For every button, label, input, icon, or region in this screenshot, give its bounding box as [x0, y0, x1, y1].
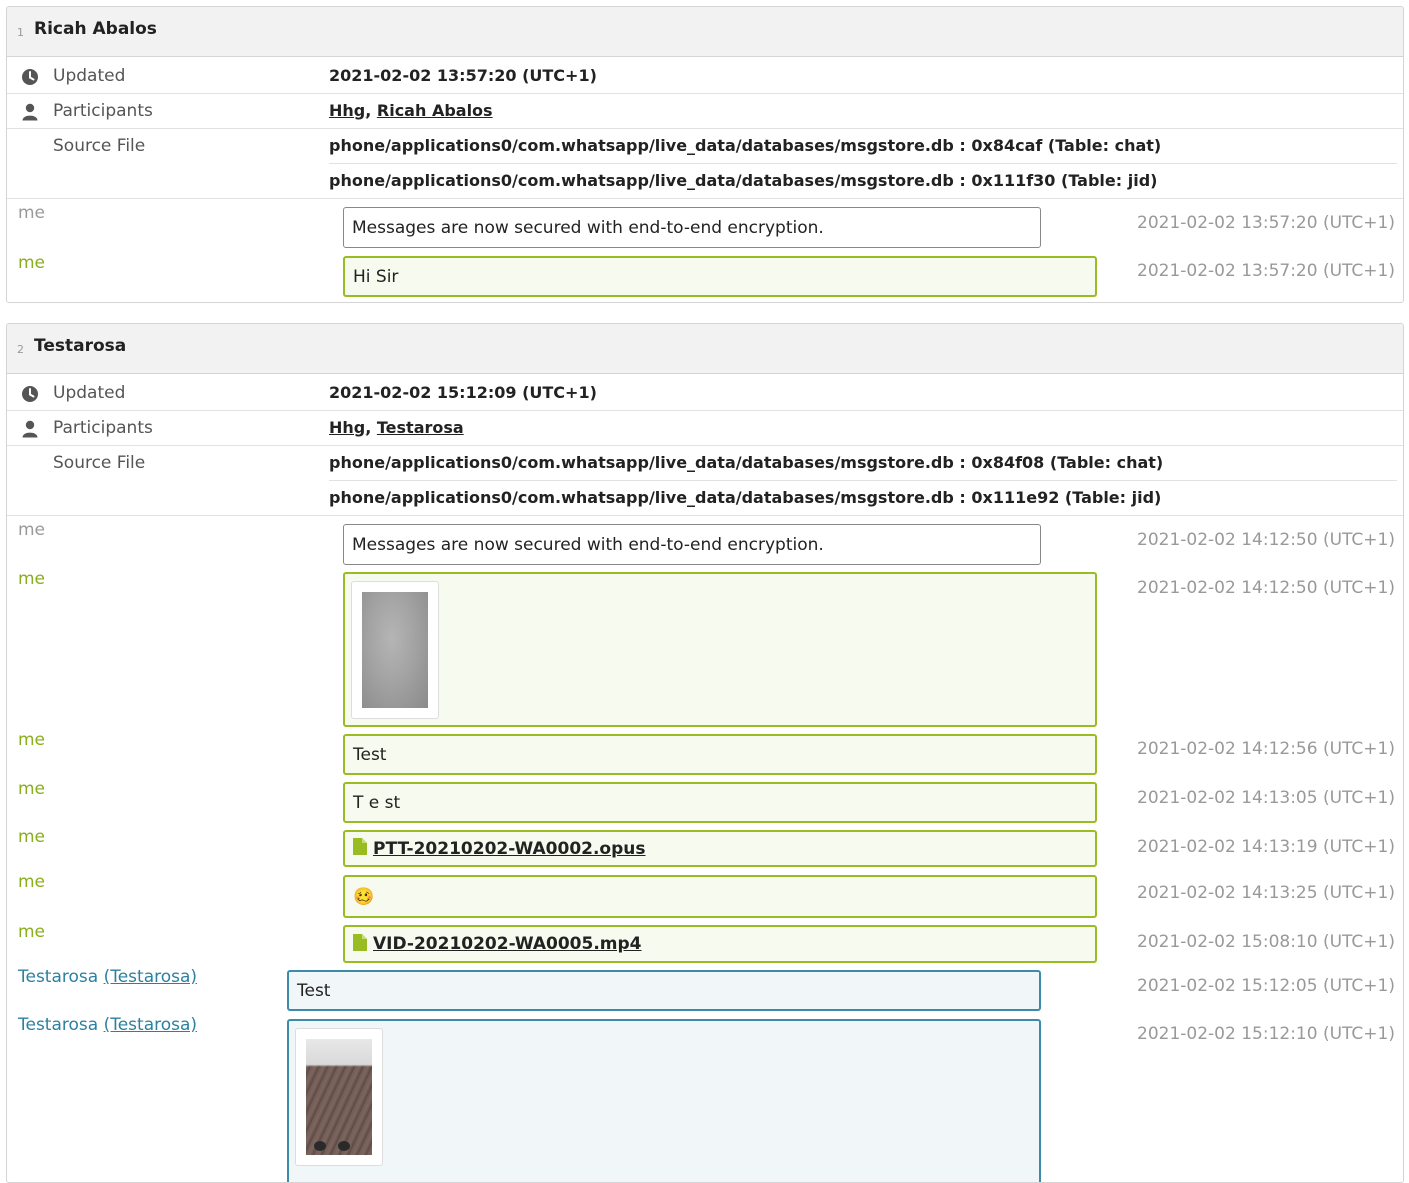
sender-link[interactable]: (Testarosa): [104, 967, 197, 987]
divider: [329, 163, 1397, 164]
updated-row: Updated 2021-02-02 15:12:09 (UTC+1): [7, 376, 1403, 411]
person-icon: [22, 420, 38, 438]
participants-row: Participants Hhg, Ricah Abalos: [7, 94, 1403, 129]
file-message-bubble: VID-20210202-WA0005.mp4: [343, 925, 1097, 963]
system-message-bubble: Messages are now secured with end-to-end…: [343, 524, 1041, 565]
clock-icon: [22, 69, 38, 85]
source-file-row: Source File phone/applications0/com.what…: [7, 446, 1403, 516]
sender-name: Testarosa: [18, 967, 99, 987]
chat-title: Testarosa: [34, 336, 127, 356]
participants-value: Hhg, Ricah Abalos: [329, 101, 493, 120]
source-file-value: phone/applications0/com.whatsapp/live_da…: [329, 136, 1162, 155]
message-sender: me: [18, 253, 46, 273]
updated-label: Updated: [53, 66, 126, 86]
image-thumbnail[interactable]: [351, 581, 439, 719]
sender-name: Testarosa: [18, 1015, 99, 1035]
message-text: Messages are now secured with end-to-end…: [352, 534, 824, 555]
chat-card: 1 Ricah Abalos Updated 2021-02-02 13:57:…: [6, 6, 1404, 303]
updated-label: Updated: [53, 383, 126, 403]
message-timestamp: 2021-02-02 14:13:25 (UTC+1): [1137, 883, 1395, 903]
message-timestamp: 2021-02-02 13:57:20 (UTC+1): [1137, 213, 1395, 233]
chat-header: 1 Ricah Abalos: [7, 7, 1403, 57]
message-timestamp: 2021-02-02 15:12:10 (UTC+1): [1137, 1024, 1395, 1044]
divider: [329, 480, 1397, 481]
message-bubble: T e st: [343, 782, 1097, 823]
image-preview: [306, 1039, 372, 1155]
participant-link[interactable]: Testarosa: [377, 418, 464, 437]
message-timestamp: 2021-02-02 14:12:50 (UTC+1): [1137, 578, 1395, 598]
chat-index: 2: [17, 343, 24, 356]
attachment-link[interactable]: PTT-20210202-WA0002.opus: [373, 839, 646, 859]
participants-row: Participants Hhg, Testarosa: [7, 411, 1403, 446]
participant-link[interactable]: Ricah Abalos: [377, 101, 493, 120]
file-icon: [353, 933, 367, 951]
message-sender: me: [18, 827, 46, 847]
source-file-value: phone/applications0/com.whatsapp/live_da…: [329, 488, 1162, 507]
message-bubble: Test: [343, 734, 1097, 775]
message-sender: me: [18, 779, 46, 799]
file-message-bubble: PTT-20210202-WA0002.opus: [343, 830, 1097, 867]
updated-row: Updated 2021-02-02 13:57:20 (UTC+1): [7, 59, 1403, 94]
message-text: Messages are now secured with end-to-end…: [352, 217, 824, 238]
updated-value: 2021-02-02 13:57:20 (UTC+1): [329, 66, 597, 85]
chat-title: Ricah Abalos: [34, 19, 157, 39]
image-preview: [362, 592, 428, 708]
message-sender: me: [18, 569, 46, 589]
message-bubble: Test: [287, 970, 1041, 1011]
message-timestamp: 2021-02-02 14:12:56 (UTC+1): [1137, 739, 1395, 759]
source-file-value: phone/applications0/com.whatsapp/live_da…: [329, 171, 1158, 190]
clock-icon: [22, 386, 38, 402]
message-sender: Testarosa (Testarosa): [18, 967, 197, 987]
source-file-value: phone/applications0/com.whatsapp/live_da…: [329, 453, 1164, 472]
source-file-label: Source File: [53, 453, 146, 473]
message-text: Test: [297, 980, 331, 1001]
chat-index: 1: [17, 26, 24, 39]
participant-link[interactable]: Hhg: [329, 101, 365, 120]
message-timestamp: 2021-02-02 14:13:19 (UTC+1): [1137, 837, 1395, 857]
source-file-label: Source File: [53, 136, 146, 156]
source-file-row: Source File phone/applications0/com.what…: [7, 129, 1403, 199]
image-message-bubble: [343, 572, 1097, 727]
participant-link[interactable]: Hhg: [329, 418, 365, 437]
message-timestamp: 2021-02-02 14:12:50 (UTC+1): [1137, 530, 1395, 550]
message-sender: me: [18, 872, 46, 892]
updated-value: 2021-02-02 15:12:09 (UTC+1): [329, 383, 597, 402]
message-bubble: 🥴: [343, 875, 1097, 918]
message-text: Test: [353, 744, 387, 765]
message-sender: me: [18, 203, 46, 223]
message-sender: me: [18, 730, 46, 750]
participants-label: Participants: [53, 418, 153, 438]
message-timestamp: 2021-02-02 15:12:05 (UTC+1): [1137, 976, 1395, 996]
system-message-bubble: Messages are now secured with end-to-end…: [343, 207, 1041, 248]
message-timestamp: 2021-02-02 14:13:05 (UTC+1): [1137, 788, 1395, 808]
message-sender: me: [18, 520, 46, 540]
participants-value: Hhg, Testarosa: [329, 418, 464, 437]
attachment-link[interactable]: VID-20210202-WA0005.mp4: [373, 934, 642, 954]
message-text: 🥴: [353, 886, 375, 907]
image-thumbnail[interactable]: [295, 1028, 383, 1166]
chat-card: 2 Testarosa Updated 2021-02-02 15:12:09 …: [6, 323, 1404, 1183]
file-icon: [353, 838, 367, 855]
chat-header: 2 Testarosa: [7, 324, 1403, 374]
message-sender: Testarosa (Testarosa): [18, 1015, 197, 1035]
message-timestamp: 2021-02-02 13:57:20 (UTC+1): [1137, 261, 1395, 281]
image-message-bubble: [287, 1019, 1041, 1182]
participants-label: Participants: [53, 101, 153, 121]
person-icon: [22, 103, 38, 121]
message-text: Hi Sir: [353, 266, 399, 287]
message-text: T e st: [353, 792, 401, 813]
message-timestamp: 2021-02-02 15:08:10 (UTC+1): [1137, 932, 1395, 952]
message-sender: me: [18, 922, 46, 942]
sender-link[interactable]: (Testarosa): [104, 1015, 197, 1035]
message-bubble: Hi Sir: [343, 256, 1097, 297]
